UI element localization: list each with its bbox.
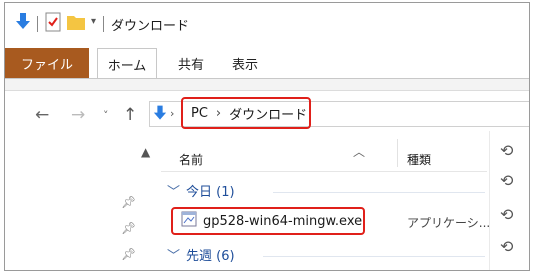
file-name: gp528-win64-mingw.exe: [203, 213, 363, 229]
explorer-window: ▾ ダウンロード ファイル ホーム 共有 表示 ← → ˅ ↑ › PC › ダ…: [4, 2, 530, 271]
group-divider: [273, 192, 485, 193]
group-last-week[interactable]: ﹀ 先週 (6): [167, 245, 235, 264]
address-download-icon: [153, 105, 167, 126]
file-type: アプリケーシ...: [407, 216, 491, 230]
column-header-type[interactable]: 種類: [407, 151, 431, 168]
tab-home[interactable]: ホーム: [97, 48, 157, 79]
up-arrow-icon[interactable]: ↑: [123, 107, 137, 124]
properties-icon[interactable]: [45, 12, 61, 32]
column-header-name[interactable]: 名前: [179, 151, 203, 168]
breadcrumb-chevron-icon: ›: [215, 105, 222, 121]
pin-icon[interactable]: 📌︎: [121, 247, 136, 261]
tab-view[interactable]: 表示: [225, 48, 265, 78]
group-today-label: 今日 (1): [186, 185, 235, 200]
download-arrow-icon[interactable]: [15, 13, 31, 31]
new-folder-icon[interactable]: [67, 14, 85, 30]
forward-arrow-icon[interactable]: →: [71, 107, 85, 124]
executable-file-icon: [181, 211, 197, 231]
breadcrumb-downloads[interactable]: ダウンロード: [229, 104, 307, 123]
toolbar-separator: [37, 16, 38, 32]
header-divider: [161, 171, 487, 172]
pane-divider: [489, 131, 490, 270]
toolbar-separator: [103, 16, 104, 32]
customize-toolbar-icon[interactable]: ▾: [91, 16, 96, 27]
sort-ascending-icon: ︿: [353, 145, 366, 159]
ribbon-body: [5, 79, 529, 91]
breadcrumb[interactable]: PC › ダウンロード: [181, 97, 311, 129]
scroll-up-icon[interactable]: ▲: [141, 145, 150, 159]
history-icon[interactable]: ⟲: [500, 141, 513, 160]
chevron-down-icon: ﹀: [167, 185, 181, 200]
group-last-week-label: 先週 (6): [186, 249, 235, 264]
recent-locations-chevron-icon[interactable]: ˅: [103, 110, 109, 121]
tab-file[interactable]: ファイル: [5, 48, 89, 78]
breadcrumb-chevron-icon[interactable]: ›: [170, 107, 174, 120]
chevron-down-icon: ﹀: [167, 249, 181, 264]
ribbon-tabs: ファイル ホーム 共有 表示: [5, 48, 529, 79]
group-today[interactable]: ﹀ 今日 (1): [167, 181, 235, 200]
group-divider: [263, 256, 485, 257]
window-title: ダウンロード: [111, 19, 190, 34]
pin-icon[interactable]: 📌︎: [121, 221, 136, 235]
history-icon[interactable]: ⟲: [500, 205, 513, 224]
title-bar: ▾ ダウンロード: [5, 3, 529, 43]
tab-share[interactable]: 共有: [171, 48, 211, 78]
pin-icon[interactable]: 📌︎: [121, 195, 136, 209]
history-icon[interactable]: ⟲: [500, 237, 513, 256]
back-arrow-icon[interactable]: ←: [35, 107, 49, 124]
column-divider[interactable]: [397, 139, 398, 167]
breadcrumb-pc[interactable]: PC: [191, 106, 208, 121]
history-icon[interactable]: ⟲: [500, 171, 513, 190]
file-row[interactable]: gp528-win64-mingw.exe: [171, 207, 365, 235]
